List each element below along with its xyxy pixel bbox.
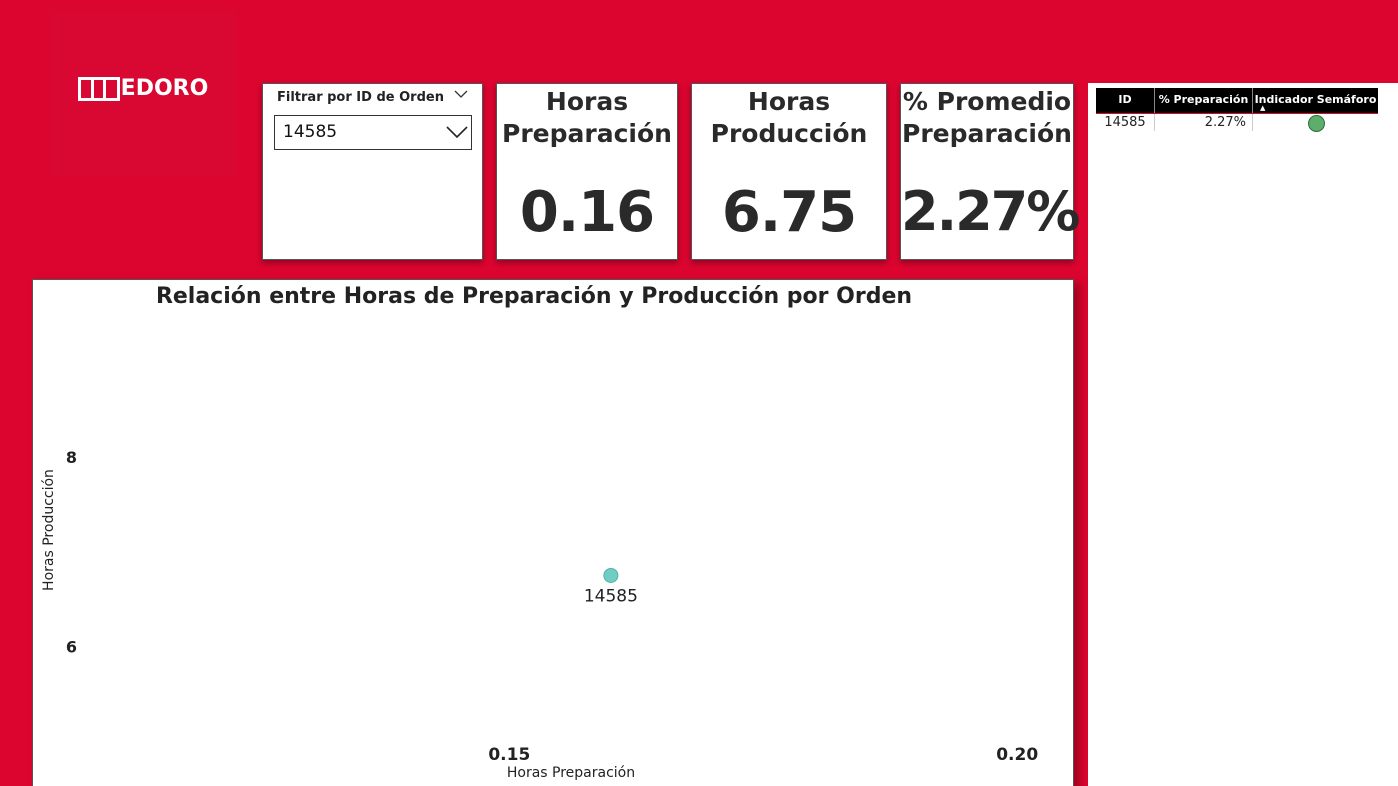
kpi-title: Horas Producción	[710, 87, 868, 148]
slicer-title: Filtrar por ID de Orden	[277, 90, 444, 105]
kpi-card-promedio-preparacion: % Promedio Preparación 2.27%	[900, 83, 1080, 260]
column-header-indicador-label: Indicador Semáforo	[1254, 93, 1377, 106]
kpi-card-horas-preparacion: Horas Preparación 0.16	[496, 83, 678, 260]
column-header-indicador[interactable]: Indicador Semáforo ▲	[1252, 88, 1378, 113]
chevron-down-icon[interactable]	[446, 121, 468, 141]
logo-text: EDORO	[120, 76, 209, 101]
column-header-id[interactable]: ID	[1096, 88, 1154, 113]
y-axis-label: Horas Producción	[41, 469, 57, 591]
kpi-value: 0.16	[519, 180, 655, 245]
scatter-chart-card: Relación entre Horas de Preparación y Pr…	[32, 279, 1074, 786]
table-header: ID % Preparación Indicador Semáforo ▲	[1096, 88, 1378, 113]
kpi-value: 6.75	[721, 180, 857, 245]
x-tick-label: 0.20	[996, 745, 1038, 765]
order-id-slicer: Filtrar por ID de Orden 14585	[262, 83, 483, 260]
logo-panel: EDORO	[50, 10, 236, 176]
x-axis-label: Horas Preparación	[507, 765, 635, 781]
kpi-title: % Promedio Preparación	[902, 87, 1072, 148]
kpi-value: 2.27%	[901, 180, 1080, 243]
kpi-title: Horas Preparación	[502, 87, 672, 148]
y-tick-label: 8	[66, 448, 77, 467]
y-tick-label: 6	[66, 637, 77, 656]
traffic-light-green-icon	[1308, 115, 1325, 132]
dropdown-selected-value: 14585	[283, 122, 338, 142]
cell-preparacion: 2.27%	[1154, 114, 1252, 131]
kpi-card-horas-produccion: Horas Producción 6.75	[691, 83, 887, 260]
cell-id: 14585	[1104, 115, 1146, 130]
data-point[interactable]	[603, 567, 619, 583]
scatter-chart[interactable]: 0.15 0.20 6 8 Horas Preparación Horas Producc…	[33, 280, 1075, 786]
column-header-preparacion[interactable]: % Preparación	[1154, 88, 1252, 113]
sort-ascending-icon: ▲	[1260, 104, 1266, 112]
x-tick-label: 0.15	[488, 745, 530, 765]
brand-logo: EDORO	[77, 76, 209, 101]
data-point-label: 14585	[584, 586, 638, 606]
order-id-dropdown[interactable]: 14585	[274, 115, 472, 150]
orders-table-panel: ID % Preparación Indicador Semáforo ▲ 14…	[1088, 83, 1398, 786]
logo-mark-icon	[77, 76, 120, 101]
cell-indicador	[1252, 114, 1378, 132]
table-row[interactable]: 14585 2.27%	[1096, 113, 1378, 132]
slicer-collapse-chevron-icon[interactable]	[454, 88, 468, 102]
